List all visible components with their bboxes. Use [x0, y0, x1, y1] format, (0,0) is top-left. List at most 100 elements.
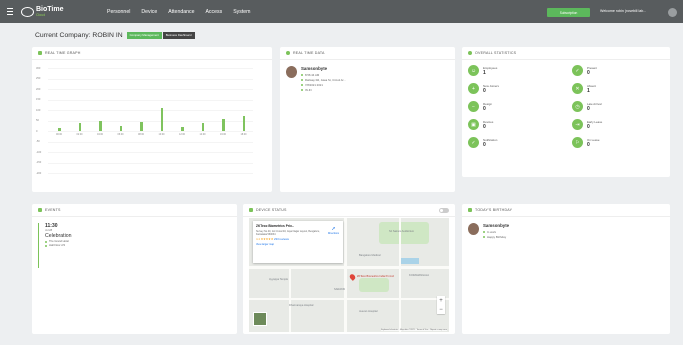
chart-bar[interactable]	[140, 122, 143, 131]
map-attribution[interactable]: Keyboard shortcuts · Map data ©2021 · Te…	[380, 329, 447, 331]
map-pin-label: ZKTeco Biometrics India Pvt Ltd	[357, 275, 394, 278]
menu-item-system[interactable]: System	[233, 9, 250, 15]
realtime-record[interactable]: Samsonbyte 8:56:44 AM Railway Rd, Jawa S…	[286, 66, 346, 93]
chart-bar[interactable]	[78, 123, 81, 131]
chart-bar[interactable]	[58, 127, 61, 131]
calendar-icon	[301, 83, 303, 86]
subscription-button[interactable]: Subscription	[547, 8, 590, 17]
google-map[interactable]: Sri Sairam Auditorium Bangalore Medical …	[249, 218, 449, 332]
birthday-status-row: In work	[483, 230, 509, 234]
chart-bar[interactable]	[99, 120, 102, 131]
welcome-text[interactable]: Welcome robin (rosebill lab...	[600, 9, 646, 13]
chart-bar[interactable]	[222, 119, 225, 131]
event-location: The Grand Hotel	[49, 240, 69, 243]
chart-bar[interactable]	[242, 115, 245, 131]
menu-item-device[interactable]: Device	[141, 9, 157, 15]
stat-employees[interactable]: ☺ Employees 1	[468, 65, 497, 76]
birthday-name: Samsonbyte	[483, 223, 510, 228]
stat-value: 1	[587, 88, 590, 94]
grid-line	[48, 68, 253, 69]
record-time: 8:56:44 AM	[305, 72, 320, 77]
y-tick-label: -50	[36, 140, 40, 143]
stat-present[interactable]: ✓ Present 0	[572, 65, 597, 76]
x-tick-label: 18:00	[240, 133, 247, 136]
stat-absent[interactable]: ✕ Absent 1	[572, 83, 596, 94]
event-date: Jul 28	[45, 229, 53, 232]
record-date: 7/8/2021 2021	[305, 82, 323, 87]
menu-item-access[interactable]: Access	[205, 9, 222, 15]
new-joiners-icon: +	[468, 83, 479, 94]
main-menu: Personnel Device Attendance Access Syste…	[107, 9, 262, 15]
menu-item-attendance[interactable]: Attendance	[168, 9, 194, 15]
panel-header: DEVICE STATUS	[243, 204, 455, 217]
panel-header: OVERALL STATISTICS	[462, 47, 670, 60]
panel-header: EVENTS	[32, 204, 237, 217]
location-pin-icon[interactable]	[348, 273, 357, 281]
device-status-panel: DEVICE STATUS Sri Sairam Auditorium Bang…	[243, 204, 455, 334]
hamburger-icon[interactable]	[3, 0, 17, 23]
app-logo[interactable]: BioTime Cloud	[21, 0, 83, 23]
stat-notification[interactable]: ✓ Notification 0	[468, 137, 497, 148]
reviews-link[interactable]: 233 reviews	[274, 237, 289, 241]
event-item[interactable]: 11:30 Jul 28 Celebration The Grand Hotel…	[38, 223, 231, 268]
directions-button[interactable]: ➚ Directions	[328, 226, 339, 235]
menu-item-personnel[interactable]: Personnel	[107, 9, 130, 15]
panel-header: REAL TIME GRAPH	[32, 47, 272, 60]
status-icon	[483, 230, 485, 233]
panel-header: REAL TIME DATA	[280, 47, 455, 60]
map-toggle[interactable]	[439, 208, 449, 213]
y-tick-label: 100	[36, 108, 41, 112]
graph-icon	[38, 51, 42, 55]
x-tick-label: 10:00	[158, 133, 165, 136]
birthday-item[interactable]: Samsonbyte In work Happy Birthday	[468, 223, 509, 240]
event-room: Hall Floor 2/3	[49, 244, 65, 247]
avatar	[468, 223, 479, 235]
stat-value: 0	[587, 142, 590, 148]
stat-value: 0	[587, 124, 590, 130]
x-tick-label: 04:00	[97, 133, 103, 136]
business-dashboard-button[interactable]: Business Dashboard	[162, 31, 195, 39]
chart-bar[interactable]	[181, 126, 184, 131]
stat-on-leave[interactable]: ⚐ On Leave 0	[572, 137, 600, 148]
birthday-status: In work	[487, 229, 497, 234]
chart-bar[interactable]	[201, 123, 204, 131]
chart-bar[interactable]	[119, 125, 122, 131]
y-tick-label: 150	[36, 98, 41, 101]
view-larger-map-link[interactable]: View larger map	[256, 243, 340, 246]
y-tick-label: 200	[36, 87, 41, 91]
map-place-label: Dharmaraya Hospital	[289, 304, 314, 307]
record-state-row: IN-IN	[301, 88, 346, 92]
stat-value: 1	[483, 70, 486, 76]
map-place-label: Bangalore Medical	[359, 254, 381, 257]
grid-line	[48, 89, 253, 90]
state-icon	[301, 88, 303, 91]
panel-title: TODAY'S BIRTHDAY	[475, 208, 513, 212]
company-management-button[interactable]: Company Management	[126, 31, 162, 39]
popup-address: Survey No 40, 1st Cross Rd, Jaya Nagar L…	[256, 229, 320, 236]
map-park	[359, 278, 389, 292]
map-road	[249, 298, 449, 300]
stat-new-joiners[interactable]: + New Joiners 0	[468, 83, 499, 94]
zoom-in-icon[interactable]: +	[439, 298, 443, 304]
chart-bar[interactable]	[160, 107, 163, 131]
x-tick-label: 16:00	[220, 133, 226, 136]
y-tick-label: 0	[36, 129, 38, 133]
user-avatar[interactable]	[668, 8, 677, 17]
event-name: Celebration	[45, 233, 72, 239]
satellite-toggle[interactable]	[253, 312, 267, 326]
stat-late-arrival[interactable]: ◷ Late Arrival 0	[572, 101, 601, 112]
panel-title: EVENTS	[45, 208, 61, 212]
map-place-label: Jeevan Hospital	[359, 310, 378, 313]
y-tick-label: -200	[36, 171, 42, 175]
zoom-out-icon[interactable]: −	[439, 307, 443, 313]
gift-icon	[483, 235, 485, 238]
employees-icon: ☺	[468, 65, 479, 76]
location-icon	[45, 240, 47, 243]
stat-early-leave[interactable]: ⇥ Early Leave 0	[572, 119, 602, 130]
calendar-icon	[38, 208, 42, 212]
absent-icon: ✕	[572, 83, 583, 94]
stat-devices[interactable]: ▣ Devices 0	[468, 119, 493, 130]
stat-resign[interactable]: − Resign 0	[468, 101, 492, 112]
clock-icon	[301, 73, 303, 76]
employee-name: Samsonbyte	[301, 66, 328, 71]
